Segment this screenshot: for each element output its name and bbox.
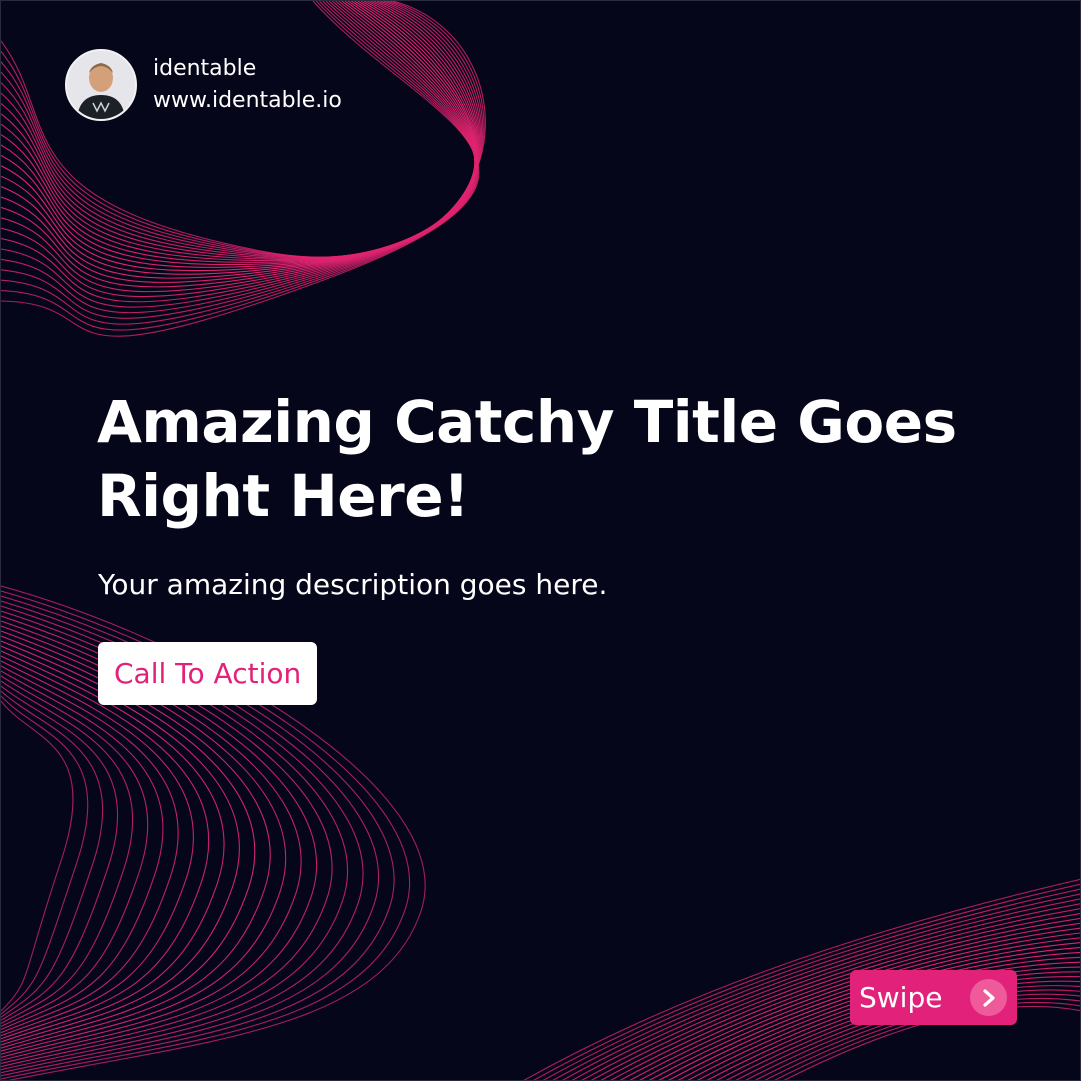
- wave-line: [1, 670, 164, 1031]
- decorative-wave-lines: [1, 1, 1080, 1080]
- profile-name: identable: [153, 56, 257, 81]
- wave-line: [1, 1, 476, 283]
- avatar-image: [67, 51, 135, 119]
- wave-line: [1, 1, 476, 275]
- wave-line: [1, 1, 483, 258]
- wave-line: [1, 695, 89, 1015]
- description-text: Your amazing description goes here.: [98, 568, 608, 601]
- wave-line: [1, 1, 476, 272]
- title-line-2: Right Here!: [97, 462, 470, 530]
- call-to-action-button[interactable]: Call To Action: [98, 642, 318, 705]
- wave-line: [1, 1, 476, 279]
- wave-line: [1, 1, 478, 262]
- wave-line: [1, 680, 134, 1024]
- avatar: [65, 49, 137, 121]
- wave-line: [1, 1, 480, 259]
- swipe-button[interactable]: Swipe: [850, 970, 1017, 1025]
- profile-header: identable www.identable.io: [65, 49, 342, 121]
- wave-line: [1, 660, 194, 1037]
- wave-line: [1, 1, 476, 293]
- wave-line: [1, 1, 478, 263]
- profile-text: identable www.identable.io: [153, 53, 342, 117]
- wave-line: [1, 1, 484, 258]
- wave-line: [1, 665, 179, 1034]
- profile-url[interactable]: www.identable.io: [153, 85, 342, 117]
- chevron-right-icon: [970, 979, 1007, 1016]
- wave-line: [1, 1, 479, 260]
- wave-line: [1, 1, 486, 258]
- wave-line: [1, 675, 149, 1027]
- wave-line: [1, 1, 477, 303]
- swipe-label: Swipe: [859, 981, 943, 1014]
- wave-line: [1, 1, 477, 266]
- wave-line: [1, 645, 240, 1046]
- wave-line: [1, 1, 477, 308]
- wave-line: [1, 1, 485, 258]
- wave-line: [1, 1, 477, 314]
- title-line-1: Amazing Catchy Title Goes: [97, 388, 957, 456]
- wave-line: [1, 1, 476, 268]
- wave-line: [1, 690, 104, 1018]
- wave-line: [1, 655, 210, 1040]
- slide-canvas: identable www.identable.io Amazing Catch…: [0, 0, 1081, 1081]
- wave-line: [1, 1, 476, 298]
- wave-line: [1, 1, 476, 288]
- wave-line: [1, 650, 225, 1043]
- wave-line: [1, 700, 74, 1012]
- wave-line: [1, 1, 481, 259]
- wave-line: [1, 685, 119, 1021]
- page-title: Amazing Catchy Title Goes Right Here!: [97, 385, 997, 533]
- wave-line: [1, 1, 480, 260]
